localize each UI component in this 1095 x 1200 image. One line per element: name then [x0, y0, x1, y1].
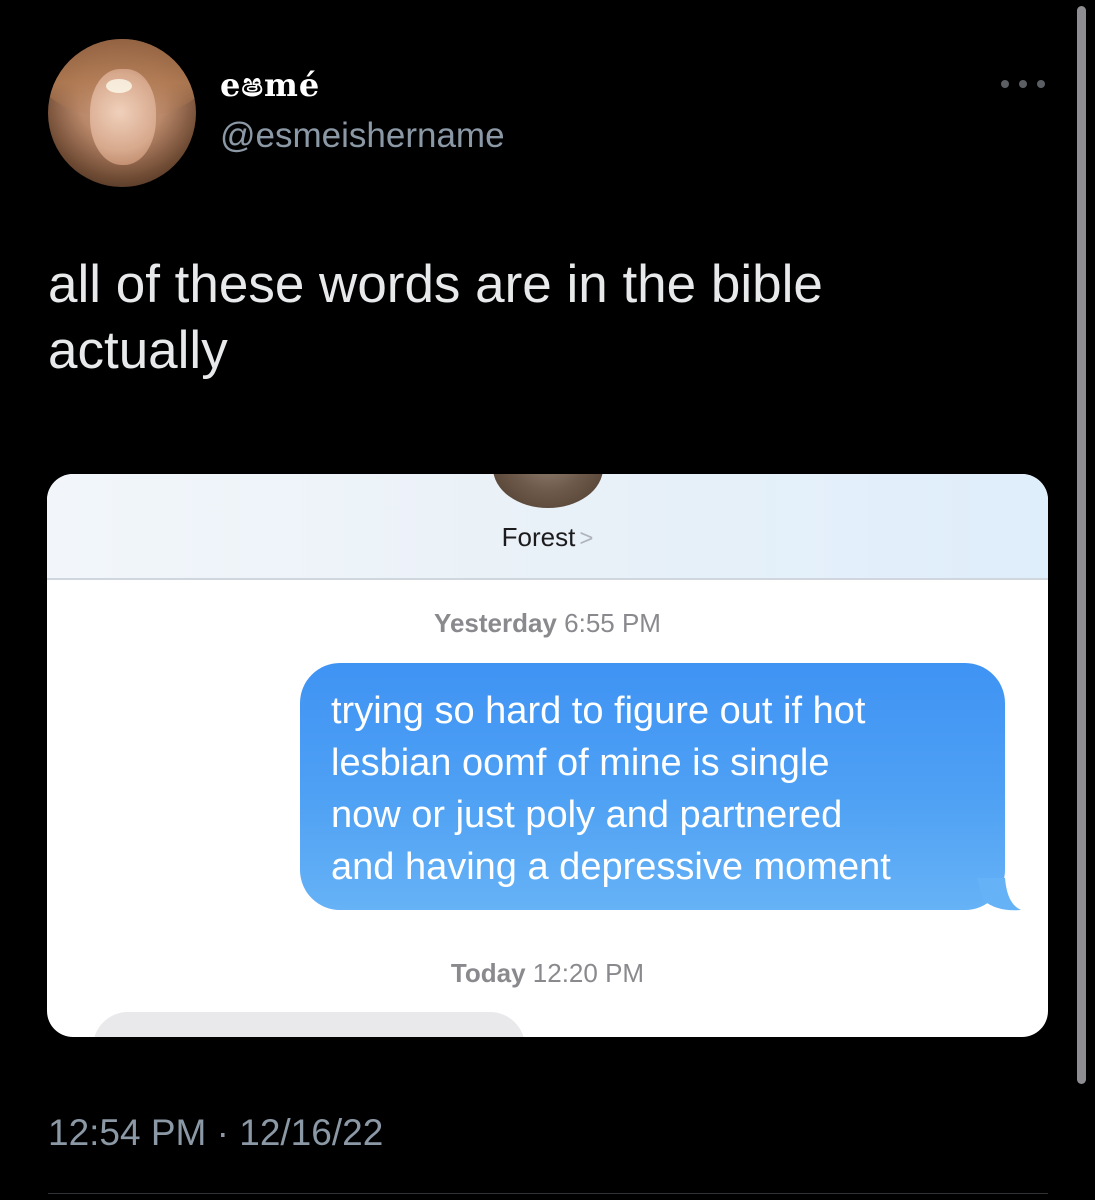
scrollbar[interactable] — [1077, 6, 1086, 1084]
dot — [1037, 80, 1045, 88]
timestamp-time: 12:20 PM — [532, 958, 645, 988]
dot — [1019, 80, 1027, 88]
message-line: lesbian oomf of mine is single — [331, 742, 830, 784]
outgoing-message-bubble: trying so hard to figure out if hot lesb… — [300, 663, 1005, 910]
message-line: now or just poly and partnered — [331, 794, 843, 836]
timestamp-day: Yesterday — [434, 608, 557, 638]
display-name[interactable]: eෂmé — [220, 66, 320, 105]
contact-avatar — [493, 474, 603, 508]
more-options-icon[interactable] — [1001, 72, 1045, 96]
imessage-header: Forest > — [47, 474, 1048, 580]
attached-image[interactable]: Forest > Yesterday 6:55 PM trying so hard… — [47, 474, 1048, 1037]
timestamp-time: 6:55 PM — [564, 608, 661, 638]
tweet-text-line: all of these words are in the bible — [48, 255, 823, 314]
profile-avatar[interactable] — [48, 39, 196, 187]
contact-name: Forest > — [47, 522, 1048, 553]
timestamp-day: Today — [450, 958, 526, 988]
message-timestamp: Today 12:20 PM — [47, 958, 1048, 989]
tweet-text: all of these words are in the bible actu… — [48, 252, 1048, 384]
incoming-message-bubble — [93, 1012, 525, 1037]
bubble-tail — [977, 878, 1021, 911]
message-line: trying so hard to figure out if hot — [331, 690, 866, 732]
contact-name-label: Forest — [501, 522, 576, 552]
divider — [48, 1193, 1048, 1194]
message-line: and having a depressive moment — [331, 846, 891, 888]
chevron-right-icon: > — [579, 525, 594, 552]
avatar-highlight — [106, 79, 132, 93]
message-timestamp: Yesterday 6:55 PM — [47, 608, 1048, 639]
user-handle[interactable]: @esmeishername — [220, 116, 505, 156]
tweet-text-line: actually — [48, 321, 228, 380]
dot — [1001, 80, 1009, 88]
tweet-timestamp[interactable]: 12:54 PM · 12/16/22 — [48, 1112, 383, 1154]
